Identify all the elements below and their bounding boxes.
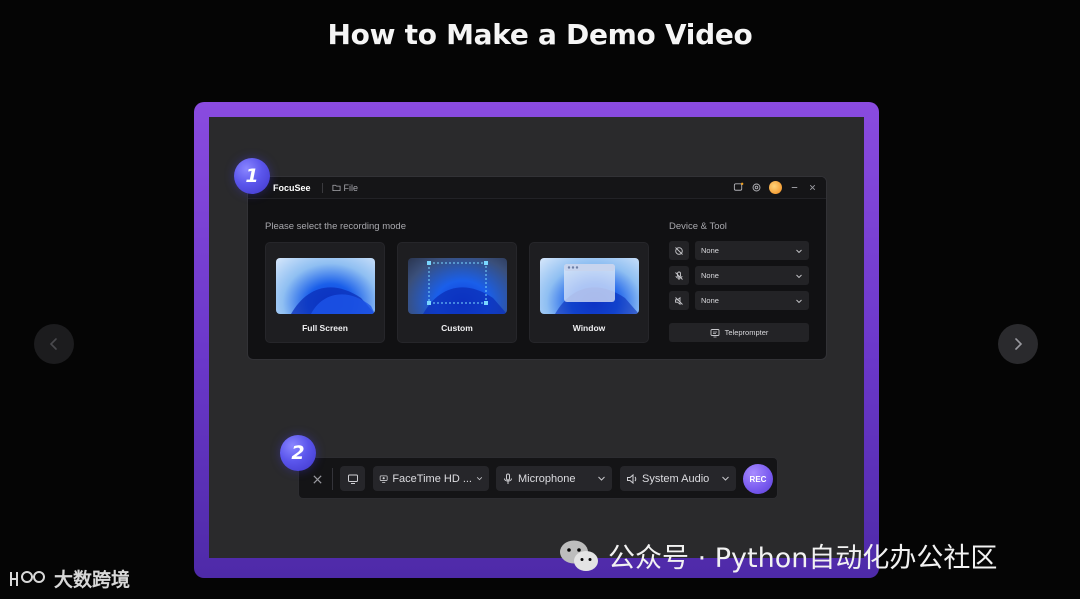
chevron-down-icon: [796, 249, 802, 253]
wechat-icon: [560, 540, 598, 571]
microphone-select[interactable]: None: [695, 266, 809, 285]
system-audio-dropdown-value: System Audio: [642, 472, 710, 485]
feedback-button[interactable]: [733, 182, 744, 193]
demo-canvas: FocuSee File Please select the recording…: [209, 117, 864, 558]
custom-area-thumbnail: [408, 258, 507, 314]
chevron-down-icon: [476, 477, 483, 481]
speaker-select-value: None: [701, 296, 719, 305]
close-window-button[interactable]: [807, 182, 818, 193]
step-badge-2: 2: [280, 435, 316, 471]
chevron-down-icon: [722, 476, 729, 481]
microphone-toggle[interactable]: [669, 266, 689, 285]
close-toolbar-button[interactable]: [305, 467, 329, 491]
system-audio-dropdown[interactable]: System Audio: [620, 466, 736, 491]
microphone-dropdown-value: Microphone: [518, 472, 576, 485]
app-name: FocuSee: [273, 182, 311, 193]
microphone-row: None: [669, 266, 809, 285]
close-icon: [809, 184, 816, 191]
teleprompter-button[interactable]: Teleprompter: [669, 323, 809, 342]
screen-capture-button[interactable]: [340, 466, 365, 491]
minimize-button[interactable]: [789, 182, 800, 193]
user-avatar[interactable]: [769, 181, 782, 194]
folder-icon: [332, 184, 341, 192]
teleprompter-label: Teleprompter: [724, 328, 769, 337]
next-slide-button[interactable]: [998, 324, 1038, 364]
device-tool-label: Device & Tool: [669, 221, 727, 232]
mic-off-icon: [675, 271, 683, 280]
fullscreen-thumbnail: [276, 258, 375, 314]
microphone-select-value: None: [701, 271, 719, 280]
teleprompter-icon: [710, 328, 720, 337]
toolbar-divider: [332, 468, 333, 490]
webcam-icon: [379, 475, 388, 483]
window-titlebar: FocuSee File: [248, 177, 826, 199]
mode-label: Custom: [441, 323, 473, 333]
speaker-off-icon: [675, 296, 683, 305]
gear-icon: [752, 183, 761, 192]
microphone-dropdown[interactable]: Microphone: [496, 466, 612, 491]
microphone-icon: [504, 473, 512, 484]
titlebar-divider: [321, 182, 323, 193]
mode-window[interactable]: Window: [529, 242, 649, 343]
mode-label: Window: [572, 323, 606, 333]
mode-label: Full Screen: [302, 323, 348, 333]
minimize-icon: [791, 187, 798, 188]
camera-row: None: [669, 241, 809, 260]
demo-frame: FocuSee File Please select the recording…: [194, 102, 879, 578]
chevron-down-icon: [796, 299, 802, 303]
step-badge-1: 1: [234, 158, 270, 194]
speaker-icon: [627, 473, 637, 484]
camera-dropdown-value: FaceTime HD ...: [392, 472, 472, 485]
camera-select[interactable]: None: [695, 241, 809, 260]
mode-full-screen[interactable]: Full Screen: [265, 242, 385, 343]
camera-off-icon: [675, 246, 683, 255]
record-button[interactable]: REC: [743, 464, 773, 494]
settings-button[interactable]: [751, 182, 762, 193]
corner-logo-text: 大数跨境: [54, 569, 131, 591]
file-menu[interactable]: File: [332, 182, 359, 193]
file-menu-label: File: [343, 182, 359, 193]
close-icon: [312, 474, 322, 484]
wechat-watermark: 公众号 · Python自动化办公社区: [558, 536, 997, 575]
corner-logo: 大数跨境: [8, 565, 130, 592]
chevron-down-icon: [598, 476, 605, 481]
page-title: How to Make a Demo Video: [327, 18, 753, 51]
watermark-text: 公众号 · Python自动化办公社区: [608, 543, 998, 574]
camera-toggle[interactable]: [669, 241, 689, 260]
mode-prompt: Please select the recording mode: [265, 221, 406, 232]
focusee-window: FocuSee File Please select the recording…: [247, 176, 827, 360]
chevron-right-icon: [1015, 338, 1023, 350]
chevron-down-icon: [796, 274, 802, 278]
feedback-icon: [733, 182, 744, 191]
mode-custom[interactable]: Custom: [397, 242, 517, 343]
recording-toolbar: FaceTime HD ... Microphone System Audio …: [298, 457, 778, 499]
camera-dropdown[interactable]: FaceTime HD ...: [373, 466, 489, 491]
previous-slide-button[interactable]: [34, 324, 74, 364]
screen-icon: [347, 474, 358, 484]
speaker-row: None: [669, 291, 809, 310]
chevron-left-icon: [49, 338, 57, 350]
speaker-select[interactable]: None: [695, 291, 809, 310]
camera-select-value: None: [701, 246, 719, 255]
brand-logo-icon: [10, 570, 45, 586]
speaker-toggle[interactable]: [669, 291, 689, 310]
window-thumbnail: [540, 258, 639, 314]
